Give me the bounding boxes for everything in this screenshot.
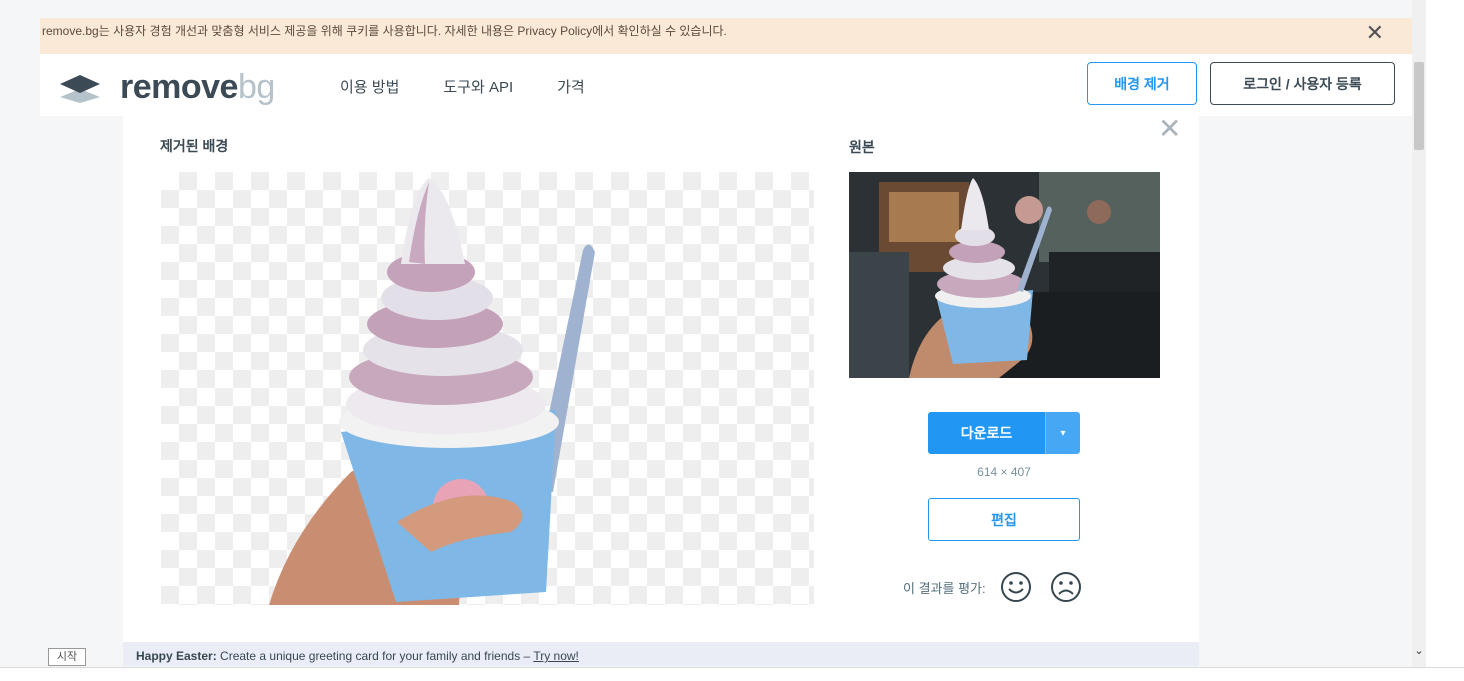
bottom-edge: [0, 667, 1464, 681]
result-close-icon[interactable]: ✕: [1158, 112, 1181, 145]
page-viewport: remove.bg는 사용자 경험 개선과 맞춤형 서비스 제공을 위해 쿠키를…: [0, 0, 1412, 681]
image-dimensions: 614 × 407: [977, 465, 1031, 479]
login-signup-button[interactable]: 로그인 / 사용자 등록: [1210, 62, 1395, 105]
removed-background-label: 제거된 배경: [160, 138, 229, 154]
ice-cream-cutout-image: [269, 178, 595, 605]
cookie-close-icon[interactable]: ✕: [1366, 20, 1384, 46]
download-options-chevron-icon[interactable]: ▾: [1045, 412, 1080, 454]
nav-how-to-use[interactable]: 이용 방법: [340, 76, 399, 97]
smiley-face-icon[interactable]: [1000, 571, 1032, 603]
cookie-notice-bar: remove.bg는 사용자 경험 개선과 맞춤형 서비스 제공을 위해 쿠키를…: [40, 18, 1412, 54]
promo-try-now-link[interactable]: Try now!: [533, 649, 579, 663]
main-nav: 이용 방법 도구와 API 가격: [340, 76, 585, 97]
logo-word-remove: remove: [120, 68, 238, 106]
result-card: ✕ 제거된 배경 원본 다운로드 ▾ 614 × 407 편집 이 결과를 평가…: [123, 113, 1199, 666]
nav-tools-api[interactable]: 도구와 API: [443, 76, 513, 97]
download-button[interactable]: 다운로드: [928, 412, 1045, 454]
promo-banner-text: Create a unique greeting card for your f…: [216, 649, 534, 663]
scrollbar-thumb[interactable]: [1414, 62, 1424, 150]
scroll-down-chevron-icon[interactable]: ⌄: [1412, 644, 1426, 657]
vertical-scrollbar[interactable]: [1412, 0, 1426, 681]
logo-wordmark: removebg: [120, 68, 275, 107]
logo[interactable]: removebg: [58, 68, 275, 107]
cookie-notice-text: remove.bg는 사용자 경험 개선과 맞춤형 서비스 제공을 위해 쿠키를…: [42, 24, 727, 38]
site-header: removebg 이용 방법 도구와 API 가격 배경 제거 로그인 / 사용…: [40, 54, 1412, 116]
download-button-group: 다운로드 ▾: [928, 412, 1080, 454]
original-label: 원본: [849, 139, 875, 155]
remove-background-button[interactable]: 배경 제거: [1087, 62, 1197, 105]
rate-label: 이 결과를 평가:: [903, 580, 986, 596]
right-gutter: [1426, 0, 1464, 681]
frowning-face-icon[interactable]: [1050, 571, 1082, 603]
nav-pricing[interactable]: 가격: [557, 76, 585, 97]
rate-result: 이 결과를 평가:: [903, 571, 1082, 603]
promo-banner-title: Happy Easter:: [136, 649, 217, 663]
layers-logo-icon: [60, 74, 100, 103]
logo-word-bg: bg: [237, 68, 275, 106]
promo-banner: Happy Easter: Create a unique greeting c…: [123, 642, 1199, 666]
removed-background-image: [161, 172, 814, 605]
original-photo: [849, 172, 1160, 378]
start-badge[interactable]: 시작: [48, 648, 86, 666]
original-image: [849, 172, 1160, 378]
edit-button[interactable]: 편집: [928, 498, 1080, 541]
